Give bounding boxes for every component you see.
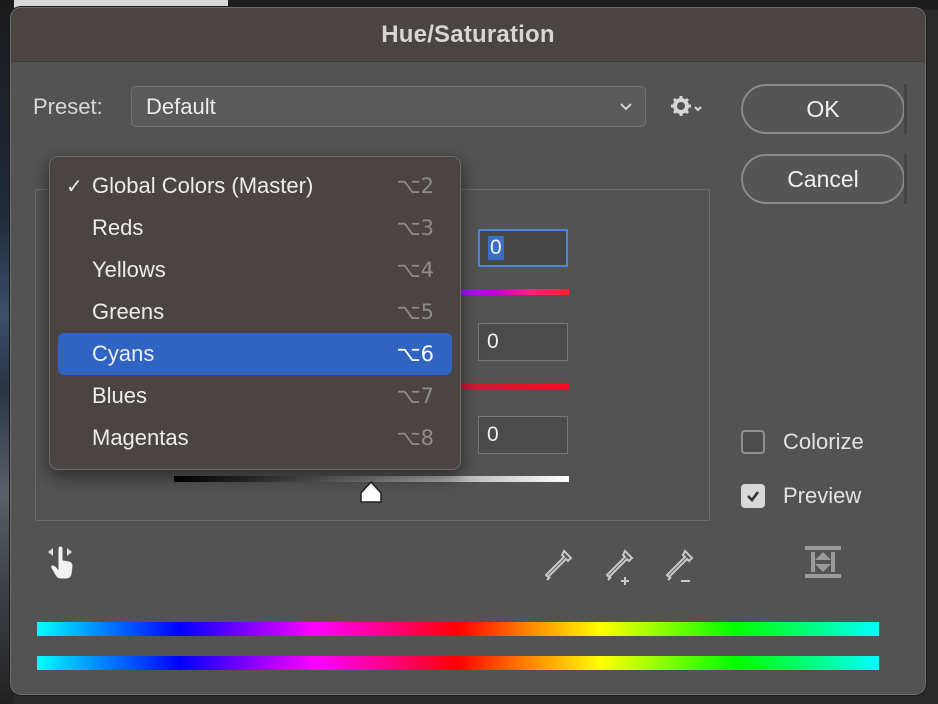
hue-saturation-dialog: Hue/Saturation Preset: Default OK Cancel… bbox=[10, 7, 926, 695]
menu-item-shortcut: ⌥4 bbox=[396, 258, 434, 282]
menu-item-label: Global Colors (Master) bbox=[92, 173, 314, 198]
menu-item-yellows[interactable]: Yellows ⌥4 bbox=[58, 249, 452, 291]
lightness-value: 0 bbox=[487, 423, 499, 446]
menu-item-label: Greens bbox=[92, 299, 165, 324]
menu-item-label: Blues bbox=[92, 383, 148, 408]
hue-slider-track[interactable] bbox=[458, 289, 569, 295]
output-color-spectrum bbox=[37, 656, 879, 670]
menu-item-shortcut: ⌥7 bbox=[396, 384, 434, 408]
menu-item-global-colors[interactable]: ✓ Global Colors (Master) ⌥2 bbox=[58, 165, 452, 207]
gear-icon[interactable] bbox=[670, 94, 704, 124]
menu-item-label: Reds bbox=[92, 215, 144, 240]
chevron-down-icon bbox=[619, 95, 633, 122]
menu-item-cyans[interactable]: Cyans ⌥6 bbox=[58, 333, 452, 375]
lightness-slider-thumb[interactable] bbox=[359, 480, 383, 504]
menu-item-shortcut: ⌥2 bbox=[396, 174, 434, 198]
checkmark-icon: ✓ bbox=[66, 175, 83, 198]
hue-value: 0 bbox=[488, 236, 504, 260]
preview-option[interactable]: Preview bbox=[741, 483, 861, 509]
menu-item-reds[interactable]: Reds ⌥3 bbox=[58, 207, 452, 249]
eyedropper-minus-icon[interactable] bbox=[663, 547, 697, 587]
colorize-label: Colorize bbox=[783, 429, 864, 454]
menu-item-label: Cyans bbox=[92, 341, 155, 366]
lightness-input[interactable]: 0 bbox=[478, 416, 568, 454]
dialog-title: Hue/Saturation bbox=[381, 20, 555, 48]
ok-button[interactable]: OK bbox=[741, 84, 905, 134]
eyedropper-plus-icon[interactable] bbox=[603, 547, 637, 587]
saturation-slider-track[interactable] bbox=[458, 383, 569, 389]
channel-popup-menu: ✓ Global Colors (Master) ⌥2 Reds ⌥3 Yell… bbox=[49, 156, 461, 470]
preset-label: Preset: bbox=[33, 94, 103, 119]
dialog-titlebar[interactable]: Hue/Saturation bbox=[11, 8, 925, 62]
saturation-input[interactable]: 0 bbox=[478, 323, 568, 361]
menu-item-shortcut: ⌥3 bbox=[396, 216, 434, 240]
checkmark-icon bbox=[747, 491, 760, 502]
menu-item-blues[interactable]: Blues ⌥7 bbox=[58, 375, 452, 417]
colorize-option[interactable]: Colorize bbox=[741, 429, 864, 455]
menu-item-shortcut: ⌥8 bbox=[396, 426, 434, 450]
scroll-edge bbox=[904, 154, 907, 204]
menu-item-shortcut: ⌥6 bbox=[396, 342, 434, 366]
menu-item-label: Magentas bbox=[92, 425, 189, 450]
colorize-checkbox[interactable] bbox=[741, 430, 765, 454]
hue-input[interactable]: 0 bbox=[478, 229, 568, 267]
preset-value: Default bbox=[146, 93, 216, 119]
menu-item-magentas[interactable]: Magentas ⌥8 bbox=[58, 417, 452, 459]
menu-item-shortcut: ⌥5 bbox=[396, 300, 434, 324]
preset-dropdown[interactable]: Default bbox=[131, 86, 646, 127]
menu-item-greens[interactable]: Greens ⌥5 bbox=[58, 291, 452, 333]
targeted-adjustment-hand-icon[interactable] bbox=[45, 543, 79, 583]
scroll-edge bbox=[904, 84, 907, 134]
cancel-button[interactable]: Cancel bbox=[741, 154, 905, 204]
input-color-spectrum bbox=[37, 622, 879, 636]
preview-checkbox[interactable] bbox=[741, 484, 765, 508]
eyedropper-icon[interactable] bbox=[542, 547, 576, 587]
saturation-value: 0 bbox=[487, 330, 499, 353]
range-adjust-icon[interactable] bbox=[803, 542, 843, 582]
preview-label: Preview bbox=[783, 483, 862, 508]
menu-item-label: Yellows bbox=[92, 257, 166, 282]
